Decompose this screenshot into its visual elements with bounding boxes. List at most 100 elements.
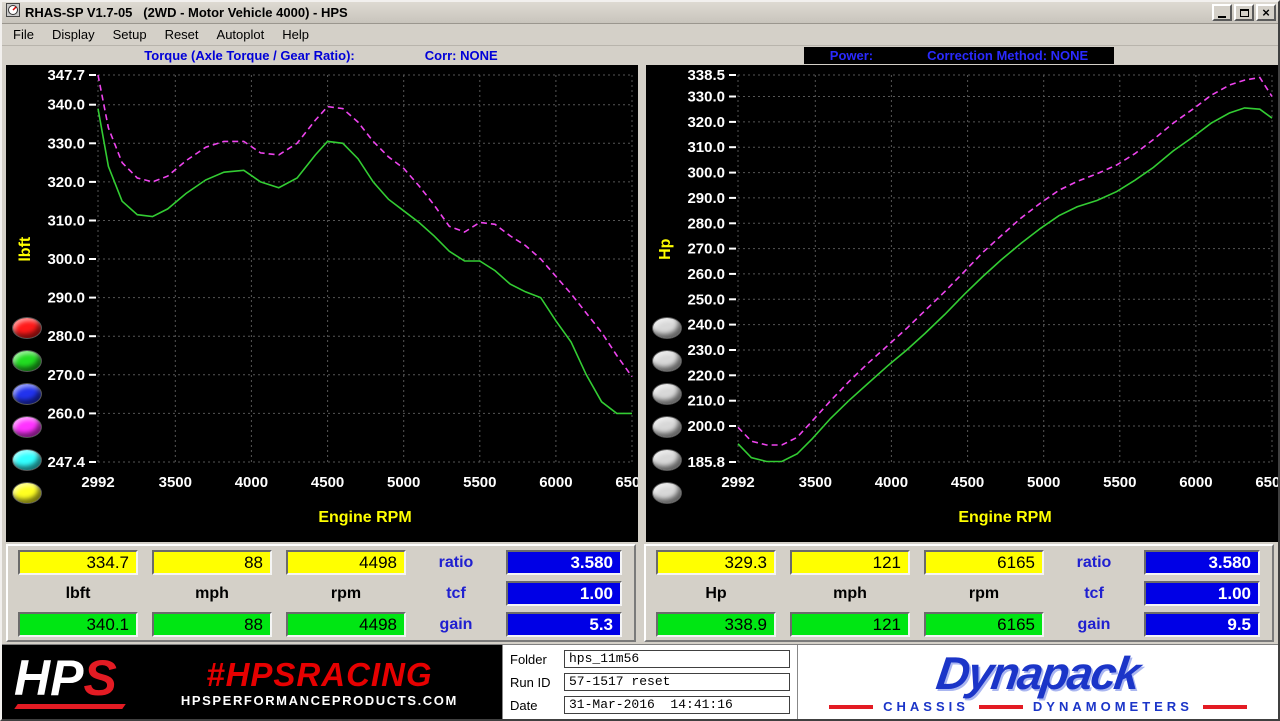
app-window: RHAS-SP V1.7-05 (2WD - Motor Vehicle 400…: [0, 0, 1280, 721]
hps-website-text: HPSPERFORMANCEPRODUCTS.COM: [181, 694, 458, 707]
tcf-value-right[interactable]: 1.00: [1144, 581, 1260, 606]
tcf-label-right: tcf: [1058, 581, 1130, 606]
rpm-run1-value-left: 4498: [286, 550, 406, 575]
trace-button-gray-2[interactable]: [652, 350, 682, 372]
svg-text:4000: 4000: [235, 474, 268, 491]
svg-text:220.0: 220.0: [687, 367, 725, 384]
svg-text:Engine RPM: Engine RPM: [318, 509, 411, 526]
svg-text:210.0: 210.0: [687, 393, 725, 410]
rpm-unit-label-left: rpm: [286, 581, 406, 606]
ratio-value-right[interactable]: 3.580: [1144, 550, 1260, 575]
torque-unit-label: lbft: [18, 581, 138, 606]
gain-value-left[interactable]: 5.3: [506, 612, 622, 637]
chart-headers: Torque (Axle Torque / Gear Ratio): Corr:…: [2, 46, 1278, 65]
maximize-icon: [1240, 9, 1249, 17]
trace-buttons-left: [12, 317, 42, 504]
torque-header: Torque (Axle Torque / Gear Ratio): Corr:…: [2, 46, 640, 65]
svg-text:310.0: 310.0: [47, 213, 85, 230]
hps-racing-text: #HPSRACING: [206, 658, 432, 691]
gain-label-left: gain: [420, 612, 492, 637]
svg-text:3500: 3500: [799, 474, 832, 491]
trace-button-blue[interactable]: [12, 383, 42, 405]
hps-branding: HPS #HPSRACING HPSPERFORMANCEPRODUCTS.CO…: [2, 645, 502, 719]
torque-correction-label: Corr: NONE: [425, 48, 498, 63]
svg-text:270.0: 270.0: [47, 367, 85, 384]
run-info-panel: Folder hps_11m56 Run ID 57-1517 reset Da…: [502, 645, 798, 719]
menu-reset[interactable]: Reset: [156, 25, 208, 44]
torque-chart-panel: 29923500400045005000550060006500347.7340…: [6, 65, 638, 542]
date-field[interactable]: 31-Mar-2016 14:41:16: [564, 696, 790, 714]
trace-button-yellow[interactable]: [12, 482, 42, 504]
svg-text:270.0: 270.0: [687, 241, 725, 258]
power-header-title: Power:: [830, 48, 873, 63]
folder-field[interactable]: hps_11m56: [564, 650, 790, 668]
charts-area: 29923500400045005000550060006500347.7340…: [2, 65, 1278, 542]
speed-unit-label-left: mph: [152, 581, 272, 606]
close-button[interactable]: ×: [1256, 4, 1276, 21]
hps-logo: HPS: [14, 653, 127, 711]
menu-setup[interactable]: Setup: [104, 25, 156, 44]
svg-text:300.0: 300.0: [687, 165, 725, 182]
speed-run1-value-left: 88: [152, 550, 272, 575]
gain-label-right: gain: [1058, 612, 1130, 637]
folder-label: Folder: [510, 652, 558, 667]
svg-text:330.0: 330.0: [47, 135, 85, 152]
svg-text:5500: 5500: [463, 474, 496, 491]
svg-text:4500: 4500: [311, 474, 344, 491]
trace-button-green[interactable]: [12, 350, 42, 372]
trace-button-magenta[interactable]: [12, 416, 42, 438]
close-icon: ×: [1262, 6, 1270, 19]
svg-text:2992: 2992: [721, 474, 754, 491]
app-icon: [6, 3, 20, 22]
svg-text:340.0: 340.0: [47, 97, 85, 114]
trace-button-red[interactable]: [12, 317, 42, 339]
power-run2-value: 338.9: [656, 612, 776, 637]
svg-text:6000: 6000: [539, 474, 572, 491]
trace-button-gray-4[interactable]: [652, 416, 682, 438]
svg-text:260.0: 260.0: [687, 266, 725, 283]
torque-readouts: 334.7 88 4498 ratio 3.580 lbft mph rpm t…: [6, 544, 636, 642]
run-id-field[interactable]: 57-1517 reset: [564, 673, 790, 691]
menu-file[interactable]: File: [4, 25, 43, 44]
power-chart-panel: 29923500400045005000550060006500338.5330…: [646, 65, 1278, 542]
svg-text:5000: 5000: [387, 474, 420, 491]
trace-button-gray-3[interactable]: [652, 383, 682, 405]
svg-text:260.0: 260.0: [47, 405, 85, 422]
maximize-button[interactable]: [1234, 4, 1254, 21]
svg-text:250.0: 250.0: [687, 291, 725, 308]
torque-run2-value: 340.1: [18, 612, 138, 637]
gain-value-right[interactable]: 9.5: [1144, 612, 1260, 637]
svg-text:5500: 5500: [1103, 474, 1136, 491]
menu-autoplot[interactable]: Autoplot: [208, 25, 274, 44]
trace-button-gray-5[interactable]: [652, 449, 682, 471]
trace-button-gray-6[interactable]: [652, 482, 682, 504]
svg-text:338.5: 338.5: [687, 67, 725, 84]
speed-run1-value-right: 121: [790, 550, 910, 575]
ratio-value-left[interactable]: 3.580: [506, 550, 622, 575]
torque-plot[interactable]: 29923500400045005000550060006500347.7340…: [6, 65, 638, 542]
dynapack-logo: Dynapack: [934, 650, 1142, 696]
red-dash-icon: [829, 705, 873, 709]
menu-display[interactable]: Display: [43, 25, 104, 44]
svg-text:290.0: 290.0: [47, 290, 85, 307]
dynapack-subtitle: CHASSIS DYNAMOMETERS: [829, 699, 1247, 714]
svg-text:247.4: 247.4: [47, 454, 85, 471]
svg-text:310.0: 310.0: [687, 139, 725, 156]
trace-button-gray-1[interactable]: [652, 317, 682, 339]
menu-help[interactable]: Help: [273, 25, 318, 44]
power-plot[interactable]: 29923500400045005000550060006500338.5330…: [646, 65, 1278, 542]
footer-bar: HPS #HPSRACING HPSPERFORMANCEPRODUCTS.CO…: [2, 644, 1278, 719]
speed-run2-value-right: 121: [790, 612, 910, 637]
tcf-label-left: tcf: [420, 581, 492, 606]
trace-button-cyan[interactable]: [12, 449, 42, 471]
speed-unit-label-right: mph: [790, 581, 910, 606]
menu-bar: File Display Setup Reset Autoplot Help: [2, 24, 1278, 46]
svg-text:4500: 4500: [951, 474, 984, 491]
svg-text:6500: 6500: [1255, 474, 1278, 491]
dynapack-chassis-text: CHASSIS: [883, 699, 969, 714]
tcf-value-left[interactable]: 1.00: [506, 581, 622, 606]
minimize-button[interactable]: [1212, 4, 1232, 21]
hps-logo-hp: HP: [14, 650, 83, 706]
run-id-label: Run ID: [510, 675, 558, 690]
svg-text:185.8: 185.8: [687, 454, 725, 471]
